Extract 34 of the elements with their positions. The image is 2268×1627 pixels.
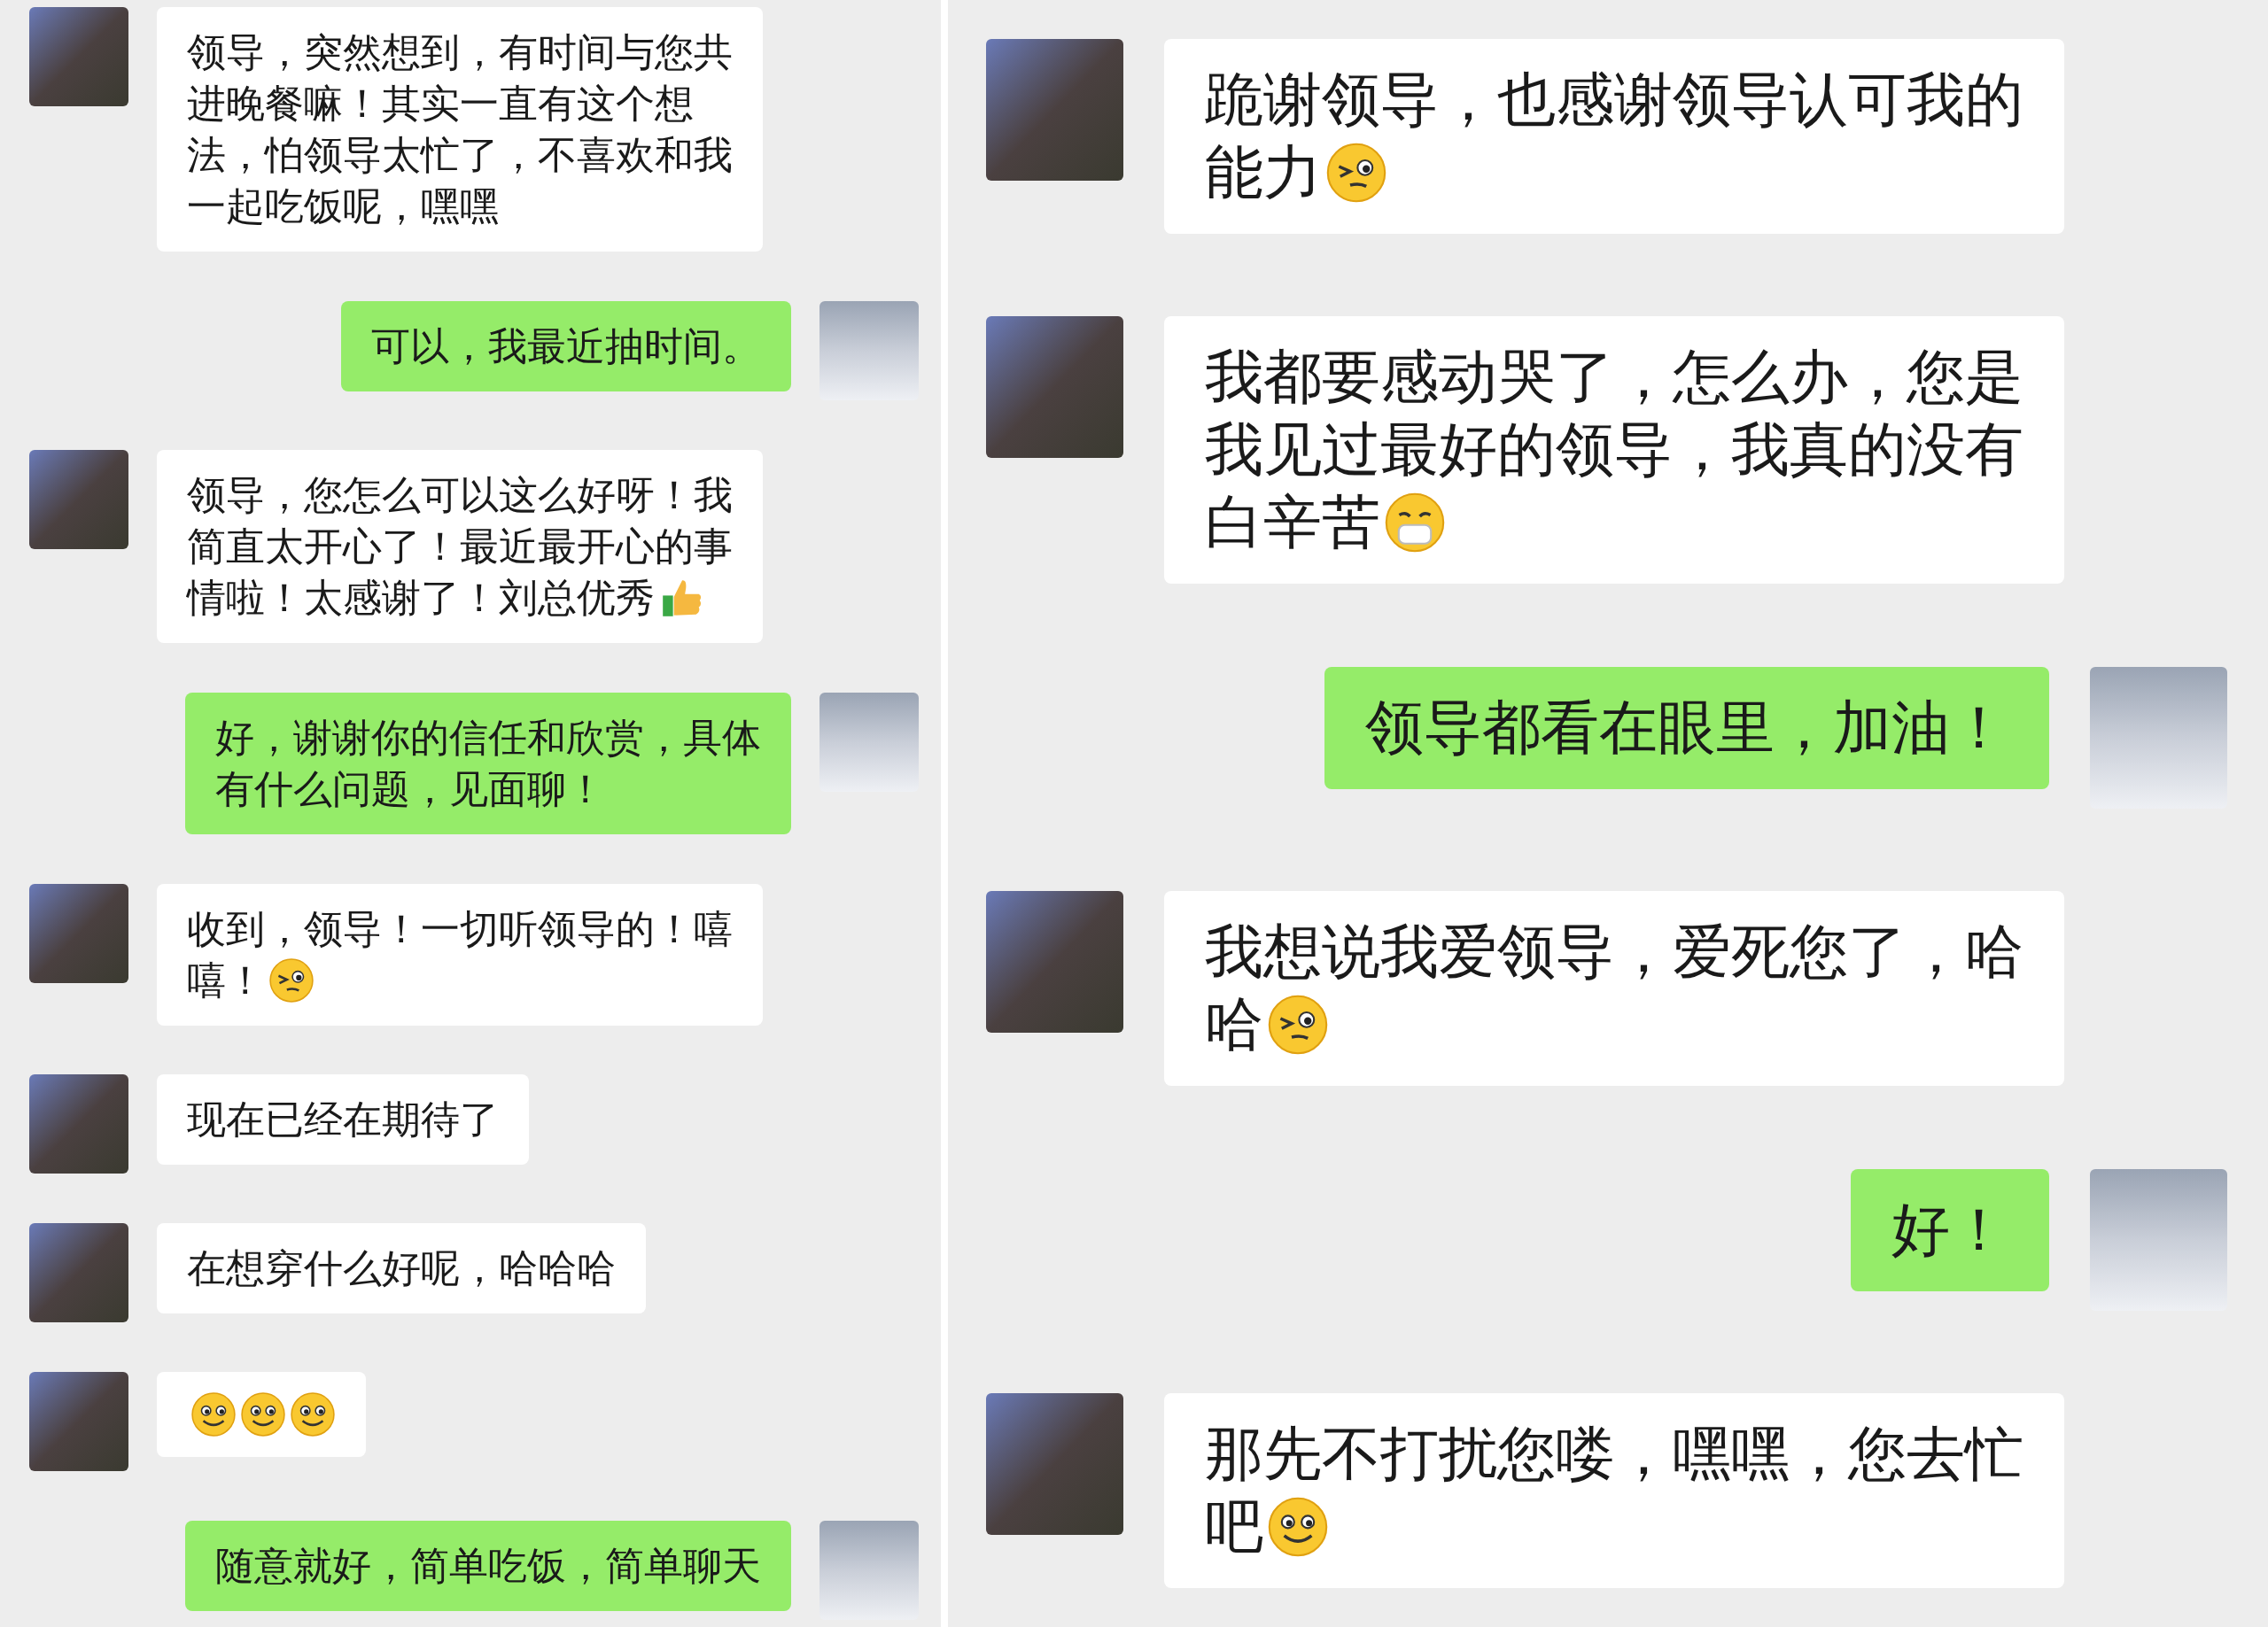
message-text: 好，谢谢你的信任和欣赏，具体 [215,713,761,762]
winking-face-icon [268,957,315,1003]
message-text: 嘻！ [187,956,265,1004]
smiling-face-icon [190,1391,237,1438]
winking-face-icon [1325,142,1387,204]
message-text: 领导都看在眼里，加油！ [1365,692,2008,763]
message-text: 我都要感动哭了，怎么办，您是 [1205,342,2023,414]
smiling-face-icon [1267,1495,1329,1558]
message-text: 好！ [1891,1194,2008,1266]
message-text: 简直太开心了！最近最开心的事 [187,522,733,570]
message-text: 吧 [1205,1491,1263,1562]
message-text: 能力 [1205,137,1322,208]
message-text: 哈 [1205,989,1263,1061]
message-text: 收到，领导！一切听领导的！嘻 [187,904,733,953]
message-text: 法，怕领导太忙了，不喜欢和我 [187,131,733,179]
message-text: 情啦！太感谢了！刘总优秀 [187,573,655,622]
message-text: 那先不打扰您喽，嘿嘿，您去忙 [1205,1418,2023,1490]
winking-face-icon [1267,994,1329,1057]
message-text: 一起吃饭呢，嘿嘿 [187,182,499,230]
message-text: 跪谢领导，也感谢领导认可我的 [1205,65,2023,136]
message-text: 领导，突然想到，有时间与您共 [187,28,733,76]
message-text: 领导，您怎么可以这么好呀！我 [187,470,733,519]
message-text: 白辛苦 [1205,487,1380,559]
message-text: 我见过最好的领导，我真的没有 [1205,414,2023,486]
message-text: 现在已经在期待了 [187,1096,499,1144]
message-text: 随意就好，简单吃饭，简单聊天 [215,1542,761,1590]
face-with-mask-icon [1384,492,1446,554]
smiling-face-icon [290,1391,336,1438]
message-text: 有什么问题，见面聊！ [215,764,605,813]
message-text: 可以，我最近抽时间。 [371,322,761,370]
message-text: 进晚餐嘛！其实一直有这个想 [187,80,694,128]
message-text: 我想说我爱领导，爱死您了，哈 [1205,917,2023,988]
smiling-face-icon [240,1391,286,1438]
message-text: 在想穿什么好呢，哈哈哈 [187,1244,616,1293]
